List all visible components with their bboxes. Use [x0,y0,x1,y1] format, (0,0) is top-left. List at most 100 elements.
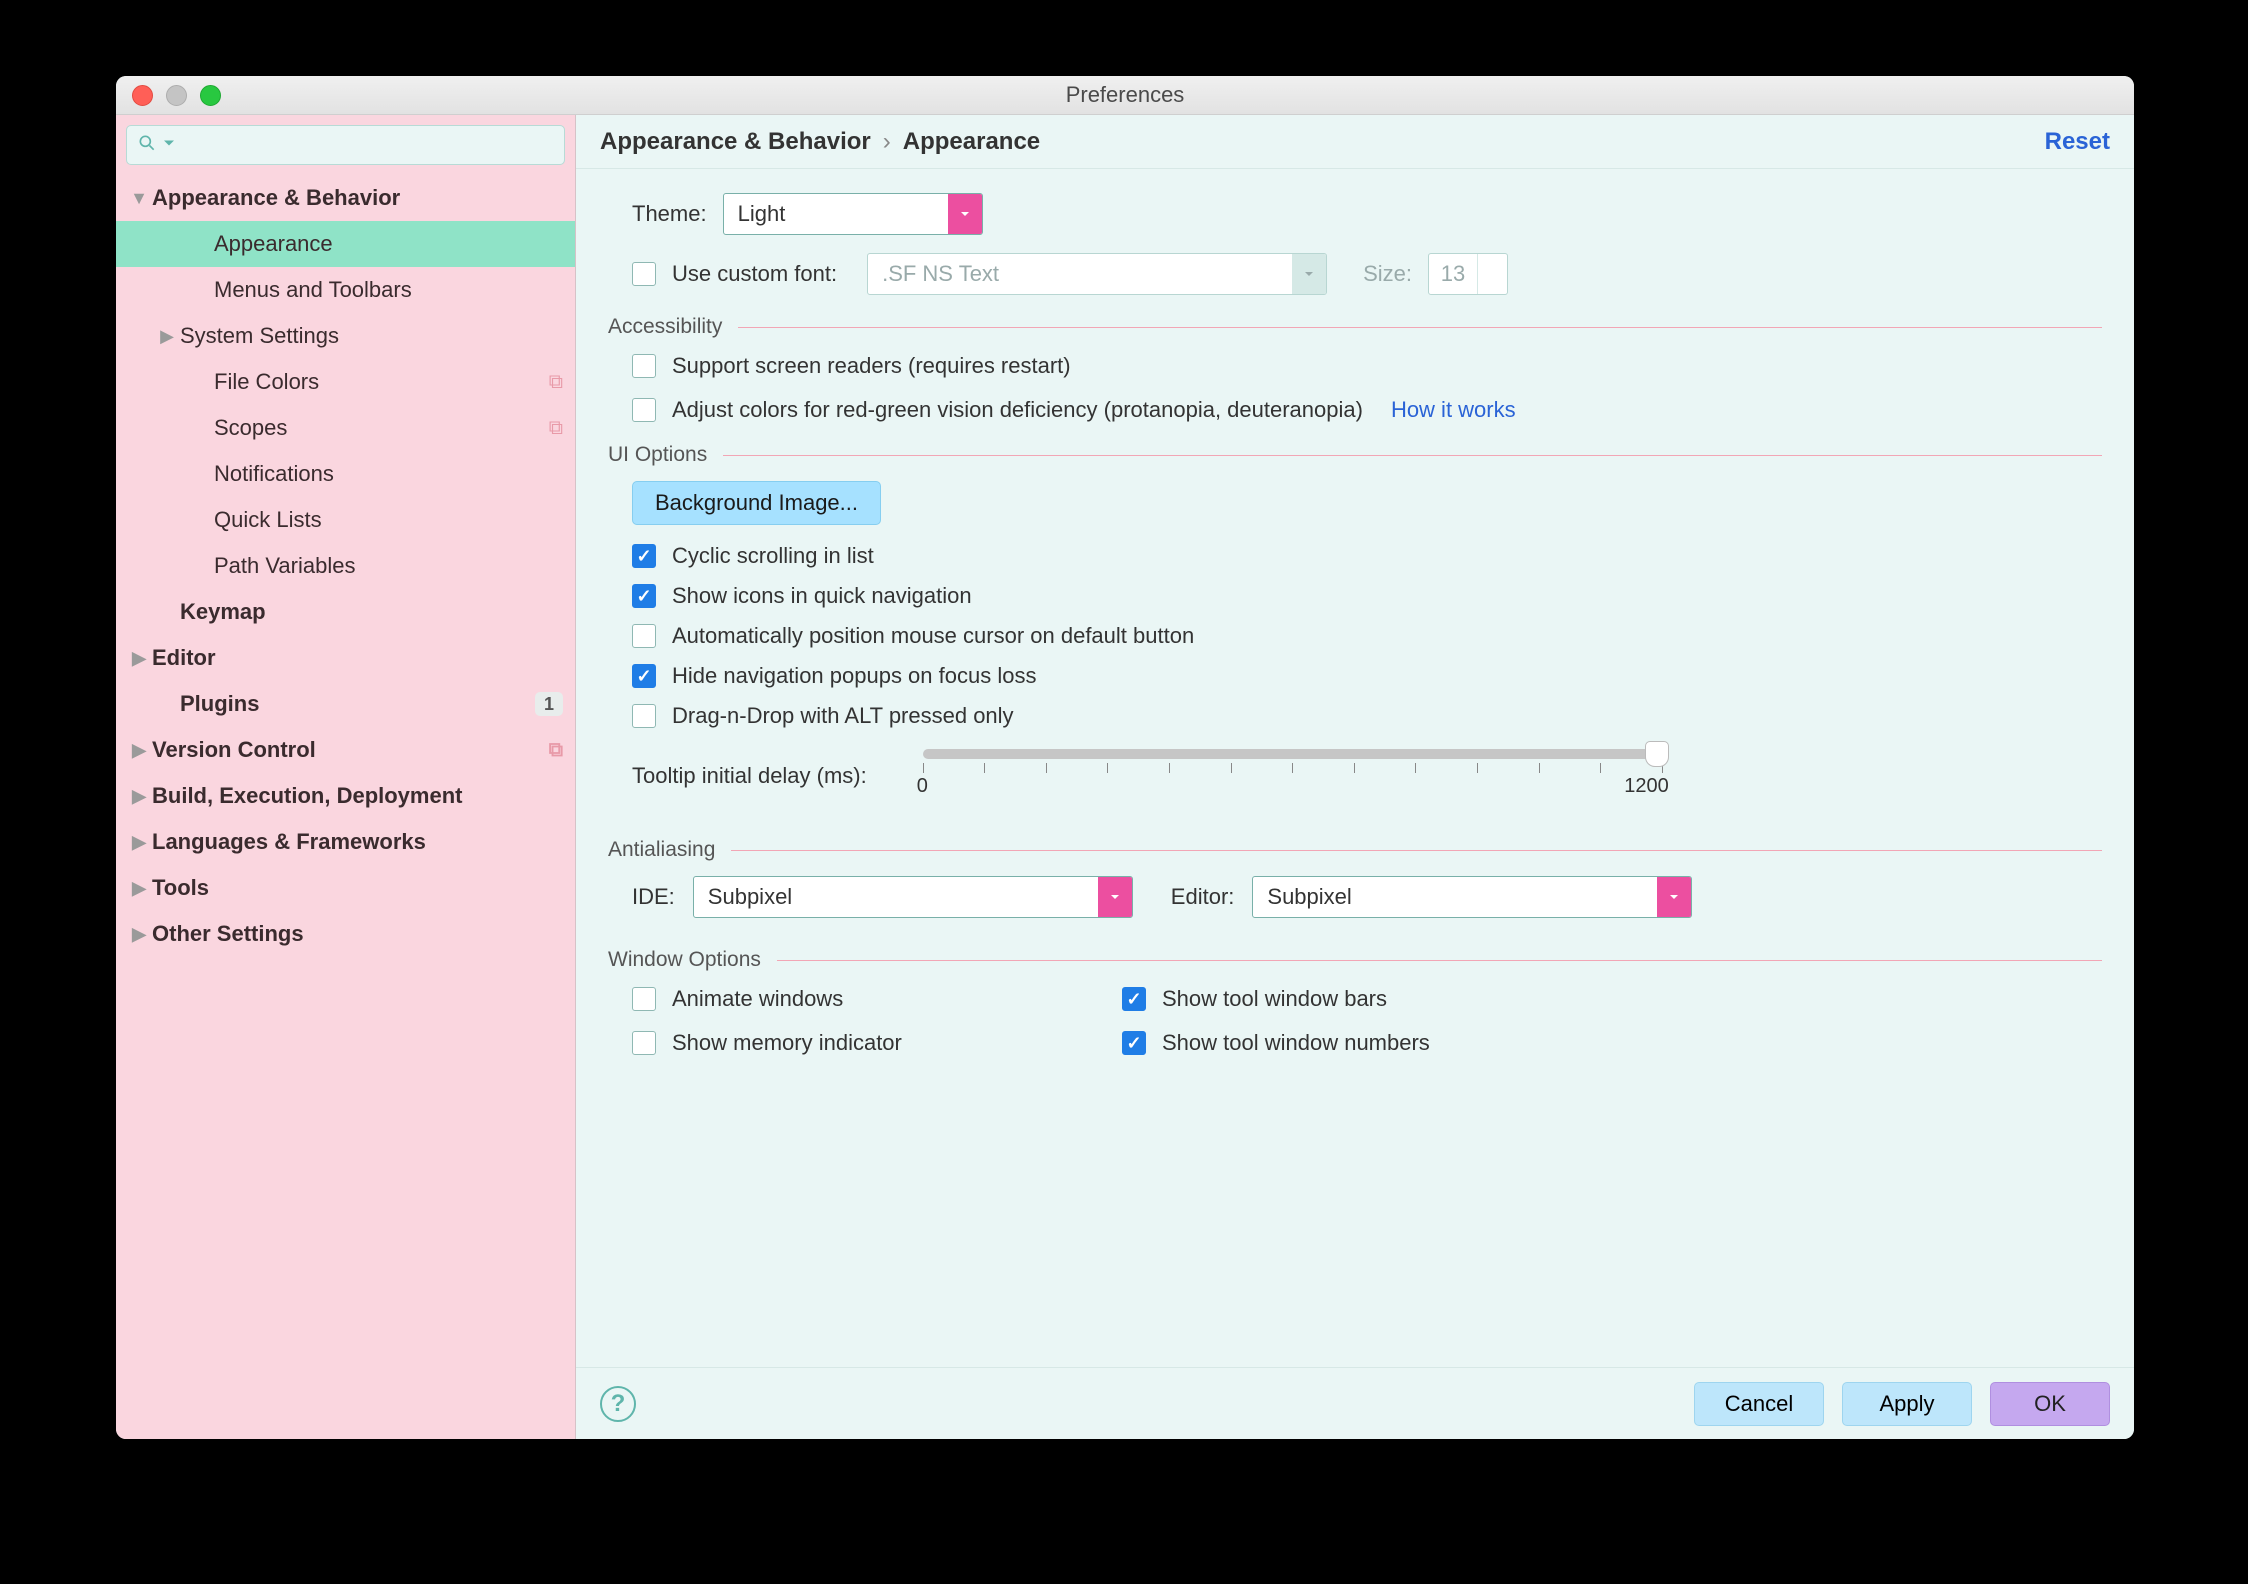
sidebar-item-label: Tools [152,875,563,901]
checkbox[interactable] [632,664,656,688]
checkbox-label: Show memory indicator [672,1030,902,1056]
how-it-works-link[interactable]: How it works [1391,397,1516,423]
aa-editor-label: Editor: [1171,884,1235,910]
sidebar-item[interactable]: ▶Version Control⧉ [116,727,575,773]
sidebar-item[interactable]: ▶Editor [116,635,575,681]
sidebar-item[interactable]: ▶Build, Execution, Deployment [116,773,575,819]
checkbox-label: Cyclic scrolling in list [672,543,874,569]
sidebar-item-label: Appearance & Behavior [152,185,563,211]
use-custom-font-checkbox[interactable] [632,262,656,286]
sidebar: ▼Appearance & Behavior Appearance Menus an… [116,115,576,1439]
breadcrumb-current: Appearance [903,128,1040,156]
checkbox[interactable] [632,1031,656,1055]
dialog-footer: ? Cancel Apply OK [576,1367,2134,1439]
checkbox[interactable] [632,584,656,608]
window-title: Preferences [116,82,2134,108]
chevron-right-icon: ▶ [126,878,152,899]
chevron-right-icon: ▶ [126,786,152,807]
sidebar-item[interactable]: File Colors⧉ [116,359,575,405]
settings-tree: ▼Appearance & Behavior Appearance Menus an… [116,175,575,1439]
theme-label: Theme: [632,201,707,227]
sidebar-item[interactable]: ▶Languages & Frameworks [116,819,575,865]
checkbox[interactable] [1122,1031,1146,1055]
help-button[interactable]: ? [600,1386,636,1422]
aa-ide-combo[interactable]: Subpixel [693,876,1133,918]
section-ui-options: UI Options [608,443,2102,467]
search-icon [137,133,157,158]
chevron-down-icon [159,133,179,158]
chevron-down-icon [1292,254,1326,294]
breadcrumb: Appearance & Behavior › Appearance Reset [576,115,2134,169]
background-image-button[interactable]: Background Image... [632,481,881,525]
sidebar-item-label: Languages & Frameworks [152,829,563,855]
sidebar-item[interactable]: ▶System Settings [116,313,575,359]
checkbox[interactable] [632,624,656,648]
sidebar-item[interactable]: ▶Tools [116,865,575,911]
sidebar-item-label: Other Settings [152,921,563,947]
slider-min: 0 [917,775,928,798]
checkbox[interactable] [632,704,656,728]
color-deficiency-checkbox[interactable] [632,398,656,422]
checkbox-label: Automatically position mouse cursor on d… [672,623,1194,649]
sidebar-item-label: Editor [152,645,563,671]
sidebar-item[interactable]: ▶Other Settings [116,911,575,957]
sidebar-item[interactable]: Menus and Toolbars [116,267,575,313]
copy-icon: ⧉ [549,739,563,762]
checkbox[interactable] [632,987,656,1011]
aa-editor-combo[interactable]: Subpixel [1252,876,1692,918]
sidebar-item-label: Build, Execution, Deployment [152,783,563,809]
theme-combo[interactable]: Light [723,193,983,235]
sidebar-item-label: Plugins [180,691,535,717]
sidebar-item[interactable]: Scopes⧉ [116,405,575,451]
size-label: Size: [1363,261,1412,287]
screen-readers-checkbox[interactable] [632,354,656,378]
chevron-down-icon [1478,274,1507,294]
sidebar-item-label: File Colors [214,369,549,395]
color-deficiency-label: Adjust colors for red-green vision defic… [672,397,1363,423]
sidebar-item-label: Version Control [152,737,549,763]
aa-ide-label: IDE: [632,884,675,910]
chevron-right-icon: ▶ [126,648,152,669]
chevron-down-icon [1098,877,1132,917]
titlebar: Preferences [116,76,2134,115]
content-pane: Theme: Light Use custom font: .SF NS Tex… [576,169,2134,1367]
sidebar-item[interactable]: Quick Lists [116,497,575,543]
chevron-right-icon: ▶ [154,326,180,347]
checkbox[interactable] [1122,987,1146,1011]
slider-max: 1200 [1624,775,1669,798]
font-combo[interactable]: .SF NS Text [867,253,1327,295]
sidebar-item[interactable]: Notifications [116,451,575,497]
cancel-button[interactable]: Cancel [1694,1382,1824,1426]
sidebar-item-label: Menus and Toolbars [214,277,563,303]
copy-icon: ⧉ [549,417,563,440]
slider-thumb[interactable] [1645,741,1669,767]
sidebar-item-label: Appearance [214,231,563,257]
tooltip-delay-slider[interactable]: 0 1200 [913,749,1673,798]
section-window-options: Window Options [608,948,2102,972]
apply-button[interactable]: Apply [1842,1382,1972,1426]
sidebar-item[interactable]: Appearance [116,221,575,267]
use-custom-font-label: Use custom font: [672,261,837,287]
sidebar-item-label: Path Variables [214,553,563,579]
checkbox[interactable] [632,544,656,568]
reset-link[interactable]: Reset [2045,128,2110,156]
sidebar-item-label: Scopes [214,415,549,441]
font-size-stepper[interactable]: 13 [1428,253,1508,295]
search-input[interactable] [126,125,565,165]
theme-value: Light [724,201,948,227]
sidebar-item[interactable]: ▼Appearance & Behavior [116,175,575,221]
checkbox-label: Animate windows [672,986,843,1012]
chevron-down-icon: ▼ [126,188,152,209]
font-size-value: 13 [1429,261,1477,287]
checkbox-label: Show icons in quick navigation [672,583,972,609]
checkbox-label: Show tool window bars [1162,986,1387,1012]
checkbox-label: Drag-n-Drop with ALT pressed only [672,703,1014,729]
sidebar-item[interactable]: Plugins1 [116,681,575,727]
sidebar-item[interactable]: Path Variables [116,543,575,589]
badge: 1 [535,692,563,716]
sidebar-item[interactable]: Keymap [116,589,575,635]
preferences-window: Preferences ▼Appearance & BehaviorAppear… [116,76,2134,1439]
sidebar-item-label: Quick Lists [214,507,563,533]
ok-button[interactable]: OK [1990,1382,2110,1426]
sidebar-item-label: System Settings [180,323,563,349]
